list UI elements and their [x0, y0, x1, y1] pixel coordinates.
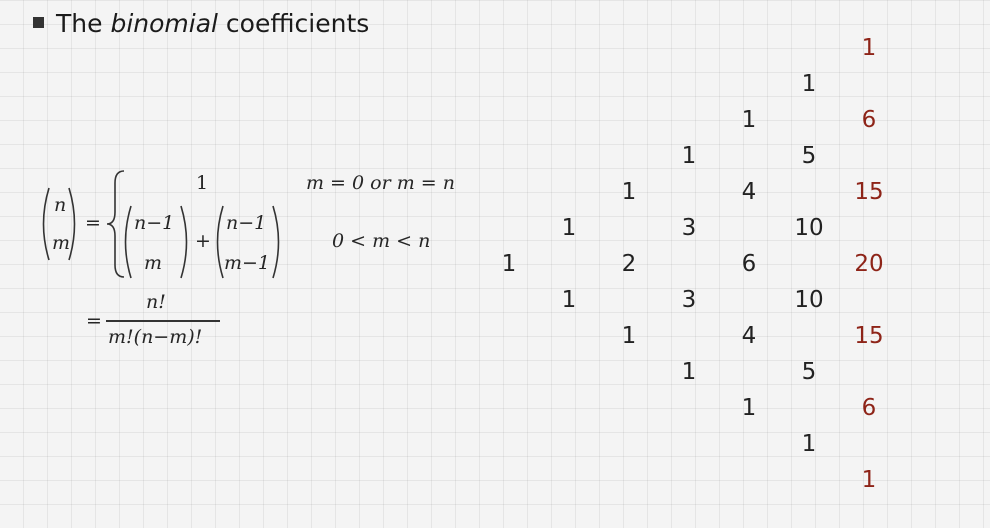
triangle-entry: 6 — [861, 107, 877, 133]
triangle-entry: 1 — [621, 179, 637, 205]
case1-value: 1 — [196, 172, 209, 194]
term1-top: n−1 — [134, 212, 175, 234]
triangle-entry: 1 — [861, 35, 877, 61]
triangle-entry: 1 — [621, 323, 637, 349]
triangle-entry: 1 — [801, 431, 817, 457]
triangle-entry: 1 — [741, 107, 757, 133]
triangle-entry: 4 — [741, 323, 757, 349]
triangle-entry: 1 — [681, 359, 697, 385]
slide-title: The binomial coefficients — [56, 5, 369, 43]
title-emphasis: binomial — [110, 9, 218, 38]
triangle-entry: 10 — [794, 215, 824, 241]
equals-sign: = — [85, 212, 101, 234]
closed-equals-sign: = — [86, 310, 102, 332]
term2-top: n−1 — [226, 212, 267, 234]
triangle-entry: 15 — [854, 323, 884, 349]
triangle-entry: 1 — [561, 215, 577, 241]
term1-right-paren-icon — [180, 205, 188, 279]
triangle-entry: 1 — [741, 395, 757, 421]
closed-numerator: n! — [146, 291, 166, 313]
term1-bottom: m — [144, 252, 163, 274]
lhs-top: n — [54, 194, 67, 216]
left-paren-icon — [42, 187, 50, 261]
fraction-bar — [106, 320, 220, 322]
triangle-entry: 5 — [801, 143, 817, 169]
triangle-entry: 6 — [741, 251, 757, 277]
triangle-entry: 2 — [621, 251, 637, 277]
triangle-entry: 3 — [681, 215, 697, 241]
triangle-entry: 1 — [501, 251, 517, 277]
triangle-entry: 6 — [861, 395, 877, 421]
bullet-square-icon — [33, 17, 44, 28]
slide: The binomial coefficients n m = 1 m = 0 … — [0, 0, 990, 528]
triangle-entry: 1 — [681, 143, 697, 169]
triangle-entry: 5 — [801, 359, 817, 385]
triangle-entry: 1 — [861, 467, 877, 493]
title-prefix: The — [56, 9, 111, 38]
triangle-entry: 3 — [681, 287, 697, 313]
term1-left-paren-icon — [124, 205, 132, 279]
case1-condition: m = 0 or m = n — [306, 172, 455, 194]
closed-denominator: m!(n−m)! — [108, 326, 203, 348]
triangle-entry: 1 — [801, 71, 817, 97]
triangle-entry: 4 — [741, 179, 757, 205]
term2-right-paren-icon — [272, 205, 280, 279]
case2-condition: 0 < m < n — [332, 230, 431, 252]
triangle-entry: 20 — [854, 251, 884, 277]
triangle-entry: 1 — [561, 287, 577, 313]
right-paren-icon — [68, 187, 76, 261]
triangle-entry: 10 — [794, 287, 824, 313]
title-suffix: coefficients — [217, 9, 370, 38]
plus-sign: + — [195, 230, 211, 252]
triangle-entry: 15 — [854, 179, 884, 205]
term2-bottom: m−1 — [224, 252, 271, 274]
